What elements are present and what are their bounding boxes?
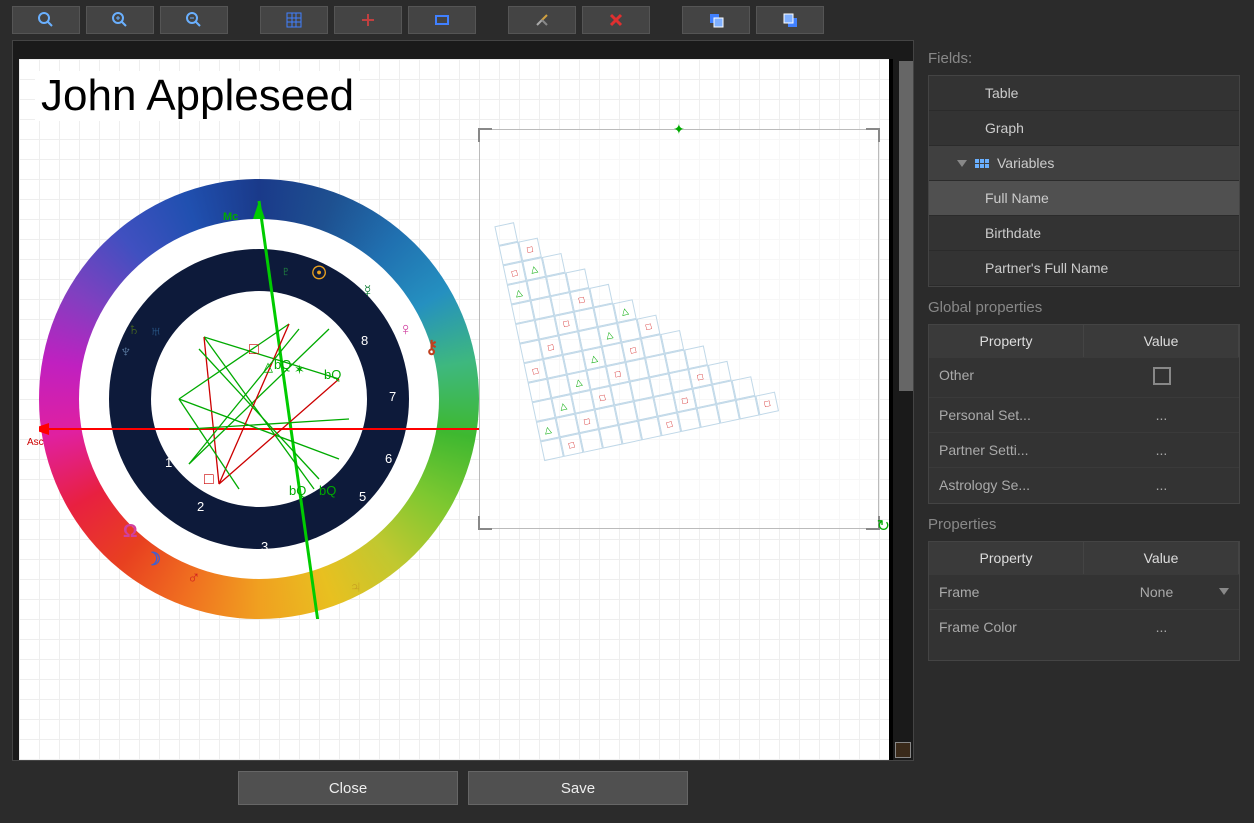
prop-row[interactable]: Astrology Se...... bbox=[929, 467, 1239, 502]
prop-row[interactable]: Partner Setti...... bbox=[929, 432, 1239, 467]
global-props-label: Global properties bbox=[928, 299, 1240, 316]
canvas-scrollbar[interactable] bbox=[899, 61, 913, 391]
corner-tl bbox=[478, 128, 492, 142]
zoom-in-button[interactable] bbox=[86, 6, 154, 34]
expand-icon bbox=[957, 160, 967, 167]
svg-text:bQ: bQ bbox=[289, 483, 306, 498]
bring-front-button[interactable] bbox=[682, 6, 750, 34]
planet-glyph: ♂ bbox=[187, 567, 201, 588]
canvas-area: John Appleseed bbox=[0, 40, 914, 823]
tree-item[interactable]: Full Name bbox=[929, 181, 1239, 216]
planet-glyph: ⚷ bbox=[425, 337, 438, 358]
house-4: 4 bbox=[321, 535, 328, 550]
aspect-grid-inner: □□△△□□△□△□□△□△□△□□△□□□□□ bbox=[494, 160, 865, 500]
prop-row[interactable]: Other bbox=[929, 357, 1239, 397]
props-label: Properties bbox=[928, 516, 1240, 533]
tree-item[interactable]: Birthdate bbox=[929, 216, 1239, 251]
house-10: 10 bbox=[219, 307, 233, 322]
send-back-button[interactable] bbox=[756, 6, 824, 34]
tools-button[interactable] bbox=[508, 6, 576, 34]
svg-text:bQ: bQ bbox=[319, 483, 336, 498]
variables-icon bbox=[975, 159, 989, 168]
zoom-out-button[interactable] bbox=[160, 6, 228, 34]
planet-glyph: ♆ bbox=[119, 341, 133, 362]
house-12: 12 bbox=[155, 391, 169, 406]
main-area: John Appleseed bbox=[0, 40, 1254, 823]
corner-tr bbox=[866, 128, 880, 142]
house-11: 11 bbox=[181, 343, 195, 358]
checkbox[interactable] bbox=[1153, 367, 1171, 385]
rotate-handle[interactable]: ↻ bbox=[877, 516, 890, 536]
resize-handle[interactable] bbox=[895, 742, 911, 758]
fields-label: Fields: bbox=[928, 50, 1240, 67]
planet-glyph: ♇ bbox=[279, 261, 293, 282]
global-props-header: Property Value bbox=[929, 325, 1239, 357]
svg-text:□: □ bbox=[204, 471, 214, 488]
planet-glyph: ♅ bbox=[149, 321, 163, 342]
handle-top[interactable]: ✦ bbox=[673, 121, 685, 138]
props-table: Property Value FrameNoneFrame Color... bbox=[928, 541, 1240, 661]
svg-text:bQ: bQ bbox=[274, 357, 291, 372]
house-2: 2 bbox=[197, 499, 204, 514]
corner-bl bbox=[478, 516, 492, 530]
house-7: 7 bbox=[389, 389, 396, 404]
svg-text:□: □ bbox=[249, 341, 259, 358]
dropdown-icon[interactable] bbox=[1219, 588, 1229, 595]
house-5: 5 bbox=[359, 489, 366, 504]
planet-glyph: ☉ bbox=[311, 263, 327, 284]
tree-item[interactable]: Partner's Full Name bbox=[929, 251, 1239, 286]
tree-item[interactable]: Table bbox=[929, 76, 1239, 111]
close-button[interactable]: Close bbox=[238, 771, 458, 805]
canvas-container[interactable]: John Appleseed bbox=[12, 40, 914, 761]
chart-title[interactable]: John Appleseed bbox=[35, 71, 360, 121]
tree-item[interactable]: Graph bbox=[929, 111, 1239, 146]
col-value: Value bbox=[1084, 325, 1239, 357]
footer-buttons: Close Save bbox=[12, 761, 914, 823]
save-button[interactable]: Save bbox=[468, 771, 688, 805]
planet-glyph: ☿ bbox=[361, 281, 375, 302]
planet-glyph: ♃ bbox=[349, 577, 363, 598]
prop-row[interactable]: Personal Set...... bbox=[929, 397, 1239, 432]
add-tool-button[interactable] bbox=[334, 6, 402, 34]
house-9: 9 bbox=[295, 303, 302, 318]
grid-tool-button[interactable] bbox=[260, 6, 328, 34]
side-panel: Fields: TableGraphVariablesFull NameBirt… bbox=[914, 40, 1254, 823]
tree-item[interactable]: Variables bbox=[929, 146, 1239, 181]
house-3: 3 bbox=[261, 539, 268, 554]
planet-glyph: ☽ bbox=[145, 549, 161, 570]
prop-row[interactable]: Frame Color... bbox=[929, 609, 1239, 644]
chart-wheel[interactable]: □ □ bQ bQ bQ bQ ✶ △ Mc Asc bbox=[39, 179, 479, 619]
aspect-cell: □ bbox=[755, 392, 779, 416]
planet-glyph: Ω bbox=[123, 521, 137, 542]
house-1: 1 bbox=[165, 455, 172, 470]
planet-glyph: ♀ bbox=[399, 319, 413, 340]
delete-button[interactable] bbox=[582, 6, 650, 34]
planet-glyph: ♄ bbox=[127, 319, 141, 340]
col-value: Value bbox=[1084, 542, 1239, 574]
prop-row[interactable]: FrameNone bbox=[929, 574, 1239, 609]
select-tool-button[interactable] bbox=[408, 6, 476, 34]
zoom-fit-button[interactable] bbox=[12, 6, 80, 34]
fields-tree: TableGraphVariablesFull NameBirthdatePar… bbox=[928, 75, 1240, 287]
house-8: 8 bbox=[361, 333, 368, 348]
toolbar bbox=[0, 0, 1254, 40]
canvas-page[interactable]: John Appleseed bbox=[19, 59, 889, 761]
aspect-grid-frame[interactable]: ✦ ↻ □□△△□□△□△□□△□△□△□□△□□□□□ bbox=[479, 129, 879, 529]
svg-text:△: △ bbox=[263, 359, 273, 374]
svg-text:bQ: bQ bbox=[324, 367, 341, 382]
asc-label: Asc bbox=[27, 437, 44, 448]
aspect-lines: □ □ bQ bQ bQ bQ ✶ △ bbox=[39, 179, 479, 619]
col-property: Property bbox=[929, 542, 1084, 574]
col-property: Property bbox=[929, 325, 1084, 357]
svg-text:✶: ✶ bbox=[294, 362, 305, 377]
global-props-table: Property Value OtherPersonal Set......Pa… bbox=[928, 324, 1240, 504]
mc-label: Mc bbox=[223, 211, 238, 223]
house-6: 6 bbox=[385, 451, 392, 466]
props-header: Property Value bbox=[929, 542, 1239, 574]
